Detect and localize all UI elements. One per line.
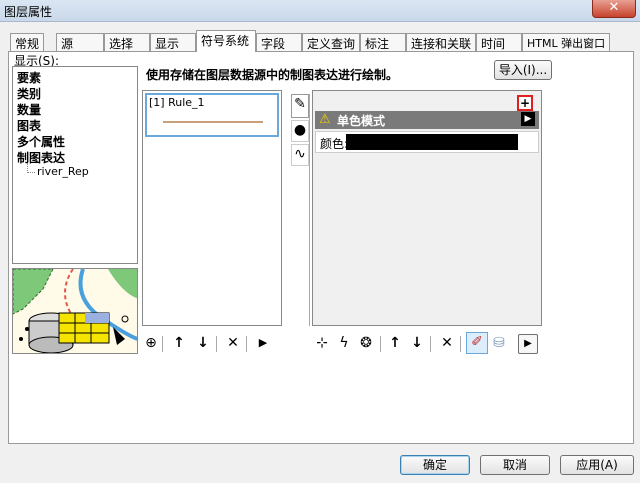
apply-button[interactable]: 应用(A) [560,455,634,475]
tab-general[interactable]: 常规 [10,33,45,51]
preview-image [12,268,138,354]
tab-symbology[interactable]: 符号系统 [196,30,256,52]
delete-layer-icon[interactable]: ✕ [438,334,456,352]
stroke-layer-icon[interactable]: ∿ [291,144,309,166]
layer-type-strip: ✎ ● ∿ [290,94,310,326]
category-representations[interactable]: 制图表达 [17,149,65,166]
rule-item[interactable]: [1] Rule_1 [145,93,279,137]
tab-display[interactable]: 显示 [150,33,196,51]
category-features[interactable]: 要素 [17,69,41,86]
category-list: 要素 类别 数量 图表 多个属性 制图表达 river_Rep [12,66,138,264]
mode-label: 单色模式 [337,114,386,128]
description-text: 使用存储在图层数据源中的制图表达进行绘制。 [146,68,399,82]
marker-layer-icon[interactable]: ✎ [291,94,309,118]
separator [380,336,381,352]
layer-up-icon[interactable]: ↑ [386,334,404,352]
color-row: 颜色: [315,131,539,153]
mode-header: ⚠ 单色模式 ▶ [315,111,539,129]
add-layer-button[interactable]: + [517,95,533,111]
tree-connector [27,163,35,173]
color-label: 颜色: [320,137,349,151]
separator [460,336,461,352]
import-button[interactable]: 导入(I)... [494,60,552,80]
add-stroke-layer-icon[interactable]: ϟ [334,334,354,352]
category-quantities[interactable]: 数量 [17,101,41,118]
tab-source[interactable]: 源 [56,33,104,51]
separator [216,336,217,352]
color-swatch[interactable] [346,134,518,150]
rule-item-label: [1] Rule_1 [149,96,205,109]
add-rule-icon[interactable]: ⊕ [144,334,158,352]
separator [162,336,163,352]
window-title: 图层属性 [4,5,53,19]
title-bar: 图层属性 [0,0,640,22]
warning-icon: ⚠ [319,112,331,127]
add-fill-layer-icon[interactable]: ❂ [356,334,376,352]
tab-selection[interactable]: 选择 [104,33,150,51]
rule-more-icon[interactable]: ▶ [254,334,272,352]
database-icon[interactable]: ⛁ [490,334,508,352]
add-marker-layer-icon[interactable]: ⊹ [312,334,332,352]
move-down-icon[interactable]: ↓ [194,334,212,352]
rule-line-preview [163,121,263,123]
close-button[interactable]: ✕ [592,0,636,18]
mode-menu-arrow[interactable]: ▶ [521,112,535,126]
layer-more-icon[interactable]: ▶ [518,334,538,354]
tab-joins-relates[interactable]: 连接和关联 [406,33,476,51]
separator [430,336,431,352]
tab-fields[interactable]: 字段 [256,33,302,51]
geometric-effect-icon[interactable]: ✐ [466,332,488,354]
separator [246,336,247,352]
category-multiple-attributes[interactable]: 多个属性 [17,133,65,150]
properties-panel: + ⚠ 单色模式 ▶ 颜色: [312,90,542,326]
tab-labels[interactable]: 标注 [360,33,406,51]
category-charts[interactable]: 图表 [17,117,41,134]
subitem-river-rep[interactable]: river_Rep [37,165,89,178]
delete-rule-icon[interactable]: ✕ [224,334,242,352]
cancel-button[interactable]: 取消 [480,455,550,475]
rule-list: [1] Rule_1 [142,90,282,326]
ok-button[interactable]: 确定 [400,455,470,475]
layer-down-icon[interactable]: ↓ [408,334,426,352]
tab-html-popup[interactable]: HTML 弹出窗口 [522,33,610,51]
tab-definition-query[interactable]: 定义查询 [302,33,360,51]
category-categories[interactable]: 类别 [17,85,41,102]
move-up-icon[interactable]: ↑ [170,334,188,352]
fill-layer-icon[interactable]: ● [291,120,309,142]
tab-time[interactable]: 时间 [476,33,522,51]
